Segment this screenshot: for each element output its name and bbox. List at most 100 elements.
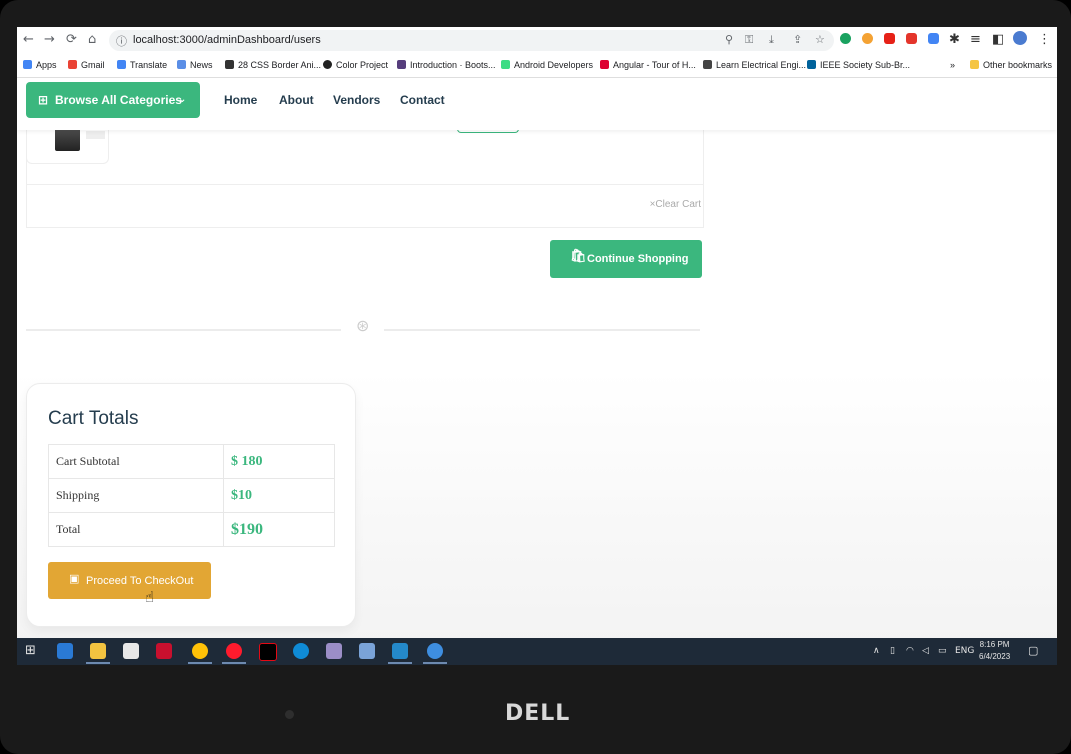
subtotal-value: $ 180 [223, 444, 335, 479]
app-icon[interactable] [427, 643, 443, 659]
url-text: localhost:3000/adminDashboard/users [133, 34, 321, 46]
browser-toolbar: ← → ⟳ ⌂ ⓘ localhost:3000/adminDashboard/… [17, 27, 1057, 55]
gmail-icon [68, 60, 77, 69]
bookmark-translate[interactable]: Translate [117, 60, 167, 70]
reload-icon[interactable]: ⟳ [66, 32, 77, 47]
app-icon[interactable] [359, 643, 375, 659]
grammarly-extension-icon[interactable] [840, 33, 851, 44]
edge-icon[interactable] [293, 643, 309, 659]
forward-icon[interactable]: → [44, 32, 55, 47]
divider-left [26, 329, 341, 331]
nav-home[interactable]: Home [224, 93, 257, 107]
folder-icon [970, 60, 979, 69]
profile-avatar-icon[interactable] [1013, 31, 1027, 45]
clear-cart-link[interactable]: ×Clear Cart [650, 199, 701, 210]
bookmark-label: Angular - Tour of H... [613, 60, 696, 70]
bookmark-color-project[interactable]: Color Project [323, 60, 388, 70]
key-icon[interactable]: ⚿ [745, 33, 753, 47]
page-icon [225, 60, 234, 69]
opera-icon[interactable] [226, 643, 242, 659]
chrome-icon[interactable] [192, 643, 208, 659]
windows-start-icon[interactable]: ⊞ [25, 643, 36, 658]
file-explorer-icon[interactable] [90, 643, 106, 659]
browse-categories-button[interactable]: ⊞ Browse All Categories ⌄ [26, 82, 200, 118]
back-icon[interactable]: ← [23, 32, 34, 47]
bookmarks-overflow[interactable]: » [950, 60, 955, 70]
dell-logo: DELL [505, 701, 571, 726]
install-icon[interactable]: ⤓ [769, 33, 774, 47]
bookmark-news[interactable]: News [177, 60, 213, 70]
proceed-to-checkout-button[interactable]: ▣ Proceed To CheckOut [48, 562, 211, 599]
total-value: $190 [223, 512, 335, 547]
shipping-value: $10 [223, 478, 335, 513]
star-icon[interactable]: ☆ [815, 33, 825, 46]
clock[interactable]: 8:16 PM 6/4/2023 [979, 639, 1010, 663]
total-label: Total [48, 512, 224, 547]
youtube-extension-icon[interactable] [884, 33, 895, 44]
active-indicator [86, 662, 110, 664]
mail-icon[interactable] [57, 643, 73, 659]
cart-actions-row: ×Clear Cart [26, 184, 704, 228]
chevron-up-icon[interactable]: ∧ [873, 646, 880, 656]
gift-icon[interactable] [156, 643, 172, 659]
apps-grid-icon [23, 60, 32, 69]
windows-taskbar: ⊞ ∧ ▯ ◠ ◁ ▭ ENG 8:16 PM 6/4/2023 ▢ [17, 638, 1057, 665]
nav-vendors[interactable]: Vendors [333, 93, 380, 107]
continue-shopping-button[interactable]: 🛍 Continue Shopping [550, 240, 702, 278]
bookmark-electrical[interactable]: Learn Electrical Engi... [703, 60, 806, 70]
language-indicator[interactable]: ENG [955, 646, 974, 656]
bookmark-apps[interactable]: Apps [23, 60, 57, 70]
netflix-icon[interactable] [259, 643, 277, 661]
nav-about[interactable]: About [279, 93, 314, 107]
app-icon[interactable] [326, 643, 342, 659]
share-icon[interactable]: ⇪ [793, 33, 802, 46]
bookmark-label: Gmail [81, 60, 105, 70]
vscode-icon[interactable] [392, 643, 408, 659]
extension-icon[interactable] [862, 33, 873, 44]
active-indicator [388, 662, 412, 664]
active-indicator [423, 662, 447, 664]
bookmark-bootstrap[interactable]: Introduction · Boots... [397, 60, 496, 70]
device-icon[interactable]: ▯ [890, 646, 895, 656]
network-icon[interactable]: ◠ [906, 646, 914, 656]
address-bar[interactable]: ⓘ localhost:3000/adminDashboard/users ⚲ … [109, 30, 834, 51]
bookmark-gmail[interactable]: Gmail [68, 60, 105, 70]
totals-table: Cart Subtotal $ 180 Shipping $10 Total $… [48, 444, 335, 547]
subtotal-label: Cart Subtotal [48, 444, 224, 479]
bookmarks-bar: Apps Gmail Translate News 28 CSS Border … [17, 54, 1057, 78]
menu-kebab-icon[interactable]: ⋮ [1038, 32, 1051, 47]
notepad-icon[interactable] [123, 643, 139, 659]
browse-label: Browse All Categories [55, 93, 182, 107]
clear-cart-label: Clear Cart [655, 199, 701, 210]
bookmark-label: IEEE Society Sub-Br... [820, 60, 911, 70]
bookmark-android[interactable]: Android Developers [501, 60, 593, 70]
bookmark-ieee[interactable]: IEEE Society Sub-Br... [807, 60, 910, 70]
clock-date: 6/4/2023 [979, 652, 1011, 661]
grid-icon: ⊞ [38, 93, 49, 107]
translate-extension-icon[interactable] [928, 33, 939, 44]
side-panel-icon[interactable]: ◧ [992, 32, 1004, 47]
extensions-puzzle-icon[interactable]: ✱ [949, 32, 960, 47]
product-thumbnail[interactable] [26, 125, 109, 164]
bookmark-css-border[interactable]: 28 CSS Border Ani... [225, 60, 321, 70]
page-content: ×Clear Cart 🛍 Continue Shopping ⊛ Cart T… [17, 125, 1057, 665]
shopping-bag-icon: 🛍 [570, 249, 587, 264]
battery-icon[interactable]: ▭ [938, 646, 947, 656]
bookmark-angular[interactable]: Angular - Tour of H... [600, 60, 696, 70]
clock-time: 8:16 PM [979, 640, 1010, 649]
bookmark-label: Other bookmarks [983, 60, 1053, 70]
location-icon[interactable]: ⚲ [725, 33, 733, 46]
bookmark-other[interactable]: Other bookmarks [970, 60, 1052, 70]
home-icon[interactable]: ⌂ [88, 32, 96, 47]
bookmark-label: Translate [130, 60, 168, 70]
info-icon[interactable]: ⓘ [116, 33, 127, 49]
volume-icon[interactable]: ◁ [922, 646, 929, 656]
cart-totals-card: Cart Totals Cart Subtotal $ 180 Shipping… [26, 383, 356, 627]
fingerprint-icon: ⊛ [356, 316, 370, 335]
notification-icon[interactable]: ▢ [1028, 644, 1038, 657]
bookmark-label: Color Project [336, 60, 389, 70]
bookmark-label: Apps [36, 60, 57, 70]
extension-icon[interactable] [906, 33, 917, 44]
nav-contact[interactable]: Contact [400, 93, 445, 107]
reading-list-icon[interactable]: ≡ [970, 32, 981, 47]
